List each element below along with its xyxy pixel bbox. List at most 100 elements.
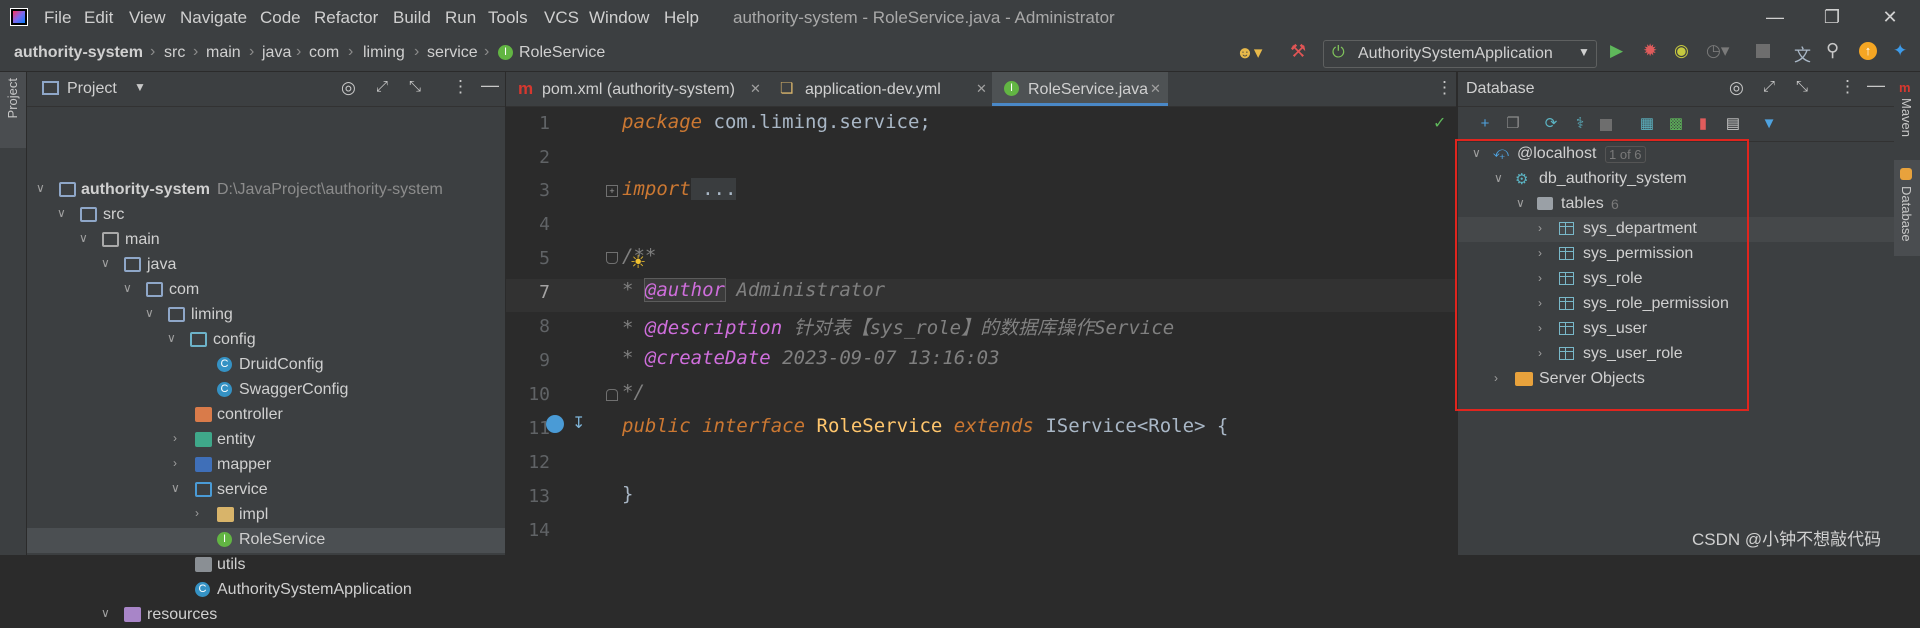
close-icon[interactable]: ✕: [750, 81, 761, 97]
breadcrumb-roleservice[interactable]: RoleService: [519, 44, 605, 62]
tree-item-resources[interactable]: ∨ resources: [27, 603, 505, 628]
chevron-down-icon[interactable]: ∨: [57, 206, 71, 220]
add-icon[interactable]: +: [1476, 115, 1494, 133]
tree-item-swaggerconfig[interactable]: C SwaggerConfig: [27, 378, 505, 403]
tree-item-service[interactable]: ∨ service: [27, 478, 505, 503]
menu-navigate[interactable]: Navigate: [180, 8, 247, 28]
hide-panel-icon[interactable]: —: [481, 75, 499, 96]
chevron-down-icon[interactable]: ∨: [101, 256, 115, 270]
debug-icon[interactable]: ✹: [1643, 41, 1657, 61]
tree-item-com[interactable]: ∨ com: [27, 278, 505, 303]
close-icon[interactable]: ✕: [1150, 81, 1161, 97]
breadcrumb-project[interactable]: authority-system: [14, 44, 143, 62]
breadcrumb-liming[interactable]: liming: [363, 44, 405, 62]
more-tabs-icon[interactable]: ⋮: [1436, 78, 1453, 98]
code-editor[interactable]: ✓ 1 2 3 4 5 7 8 9 10 11 12 13 14 6 + ☀ ↧…: [506, 107, 1456, 555]
chevron-down-icon[interactable]: ∨: [101, 606, 115, 620]
profile-icon[interactable]: ◷▾: [1706, 41, 1729, 61]
expand-all-icon[interactable]: ⤢: [1763, 78, 1775, 95]
menu-run[interactable]: Run: [445, 8, 476, 28]
spring-bean-icon[interactable]: [546, 415, 564, 433]
tree-item-config[interactable]: ∨ config: [27, 328, 505, 353]
tree-item-roleservice[interactable]: I RoleService: [27, 528, 505, 553]
menu-refactor[interactable]: Refactor: [314, 8, 378, 28]
locate-icon[interactable]: ◎: [341, 78, 356, 98]
console-icon[interactable]: ▤: [1724, 115, 1742, 133]
schema-icon[interactable]: ⚕: [1571, 115, 1589, 133]
stop-icon[interactable]: [1600, 119, 1612, 131]
menu-build[interactable]: Build: [393, 8, 431, 28]
ddl-icon[interactable]: ▩: [1667, 115, 1685, 133]
hide-panel-icon[interactable]: —: [1867, 75, 1885, 96]
expand-all-icon[interactable]: ⤢: [376, 78, 388, 95]
copy-icon[interactable]: ❐: [1504, 115, 1522, 133]
chevron-down-icon[interactable]: ∨: [171, 481, 185, 495]
menu-tools[interactable]: Tools: [488, 8, 528, 28]
diff-icon[interactable]: ▮: [1694, 115, 1712, 133]
breadcrumb-main[interactable]: main: [206, 44, 241, 62]
menu-help[interactable]: Help: [664, 8, 699, 28]
collapse-all-icon[interactable]: ⤡: [1796, 78, 1808, 95]
implemented-down-icon[interactable]: ↧: [572, 413, 585, 433]
more-options-icon[interactable]: ⋮: [452, 77, 469, 97]
tree-item-authority-system[interactable]: ∨ authority-system D:\JavaProject\author…: [27, 178, 505, 203]
tree-item-application[interactable]: C AuthoritySystemApplication: [27, 578, 505, 603]
menu-vcs[interactable]: VCS: [544, 8, 579, 28]
stop-icon[interactable]: [1756, 44, 1770, 58]
run-config-select[interactable]: ⏻ AuthoritySystemApplication ▼: [1323, 40, 1597, 68]
close-button[interactable]: ✕: [1870, 4, 1910, 30]
menu-code[interactable]: Code: [260, 8, 301, 28]
chevron-down-icon[interactable]: ∨: [145, 306, 159, 320]
tree-item-java[interactable]: ∨ java: [27, 253, 505, 278]
tree-item-druidconfig[interactable]: C DruidConfig: [27, 353, 505, 378]
chevron-right-icon[interactable]: ›: [173, 456, 187, 470]
coverage-icon[interactable]: ◉: [1674, 41, 1689, 61]
fold-icon[interactable]: [606, 252, 618, 264]
project-tool-tab[interactable]: Project: [0, 72, 26, 148]
tree-item-entity[interactable]: › entity: [27, 428, 505, 453]
chevron-down-icon[interactable]: ∨: [123, 281, 137, 295]
minimize-button[interactable]: —: [1755, 4, 1795, 30]
collapse-all-icon[interactable]: ⤡: [409, 78, 421, 95]
menu-edit[interactable]: Edit: [84, 8, 113, 28]
fold-icon[interactable]: +: [606, 185, 618, 197]
project-panel-title[interactable]: Project: [67, 80, 117, 98]
menu-view[interactable]: View: [129, 8, 166, 28]
chevron-right-icon[interactable]: ›: [195, 506, 209, 520]
tree-item-utils[interactable]: utils: [27, 553, 505, 578]
plugin-logo-icon[interactable]: ✦: [1893, 41, 1907, 61]
close-icon[interactable]: ✕: [976, 81, 987, 97]
search-icon[interactable]: ⚲: [1826, 40, 1839, 61]
database-tool-tab[interactable]: Database: [1894, 160, 1920, 256]
run-icon[interactable]: ▶: [1610, 41, 1623, 61]
breadcrumb-com[interactable]: com: [309, 44, 339, 62]
filter-icon[interactable]: ▼: [1760, 115, 1778, 133]
tree-item-mapper[interactable]: › mapper: [27, 453, 505, 478]
menu-window[interactable]: Window: [589, 8, 649, 28]
tree-item-impl[interactable]: › impl: [27, 503, 505, 528]
breadcrumb-service[interactable]: service: [427, 44, 478, 62]
tree-item-controller[interactable]: controller: [27, 403, 505, 428]
tab-roleservice-java[interactable]: I RoleService.java ✕: [992, 72, 1168, 106]
chevron-down-icon[interactable]: ∨: [167, 331, 181, 345]
chevron-down-icon[interactable]: ∨: [36, 181, 50, 195]
table-editor-icon[interactable]: ▦: [1638, 115, 1656, 133]
menu-file[interactable]: File: [44, 8, 71, 28]
chevron-right-icon[interactable]: ›: [173, 431, 187, 445]
chevron-down-icon[interactable]: ∨: [79, 231, 93, 245]
hammer-icon[interactable]: ⚒: [1290, 41, 1306, 62]
breadcrumb-java[interactable]: java: [262, 44, 291, 62]
fold-icon[interactable]: [606, 389, 618, 401]
tree-item-src[interactable]: ∨ src: [27, 203, 505, 228]
refresh-icon[interactable]: ⟳: [1542, 115, 1560, 133]
chevron-down-icon[interactable]: ▼: [134, 80, 146, 94]
users-icon[interactable]: ☻▾: [1236, 43, 1262, 63]
restore-button[interactable]: ❐: [1812, 4, 1852, 30]
tab-application-dev-yml[interactable]: ❏ application-dev.yml ✕: [770, 72, 990, 106]
translate-icon[interactable]: 文: [1794, 41, 1811, 66]
tree-item-main[interactable]: ∨ main: [27, 228, 505, 253]
maven-tool-tab[interactable]: m Maven: [1894, 72, 1920, 152]
folded-imports[interactable]: ...: [690, 178, 737, 200]
tree-item-liming[interactable]: ∨ liming: [27, 303, 505, 328]
more-options-icon[interactable]: ⋮: [1839, 77, 1856, 97]
